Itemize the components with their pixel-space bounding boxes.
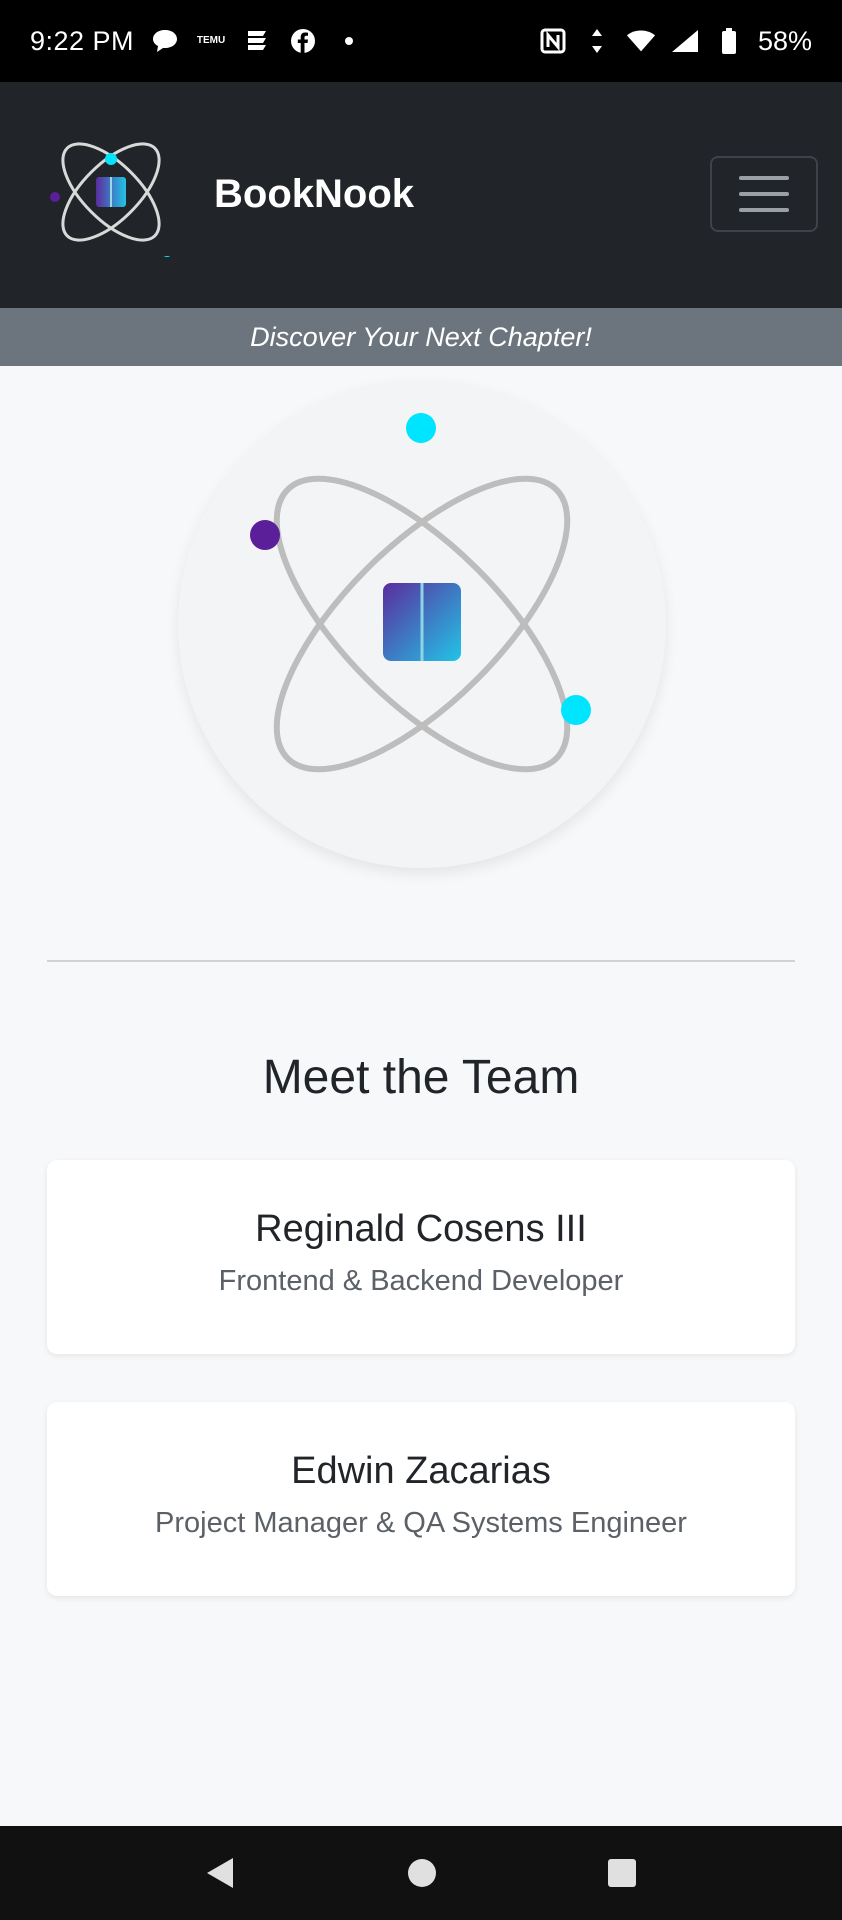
- hero-logo: [178, 380, 666, 868]
- tagline-text: Discover Your Next Chapter!: [250, 321, 592, 352]
- team-section-title: Meet the Team: [262, 1051, 580, 1104]
- recents-icon[interactable]: [607, 1858, 637, 1888]
- status-left: 9:22 PM TEMU: [30, 26, 364, 57]
- temu-label: TEMU: [196, 35, 226, 46]
- signal-icon: [670, 26, 700, 56]
- hamburger-line: [739, 208, 789, 212]
- member-name: Reginald Cosens III: [255, 1208, 587, 1250]
- member-role: Project Manager & QA Systems Engineer: [155, 1507, 687, 1539]
- chat-bubble-icon: [150, 26, 180, 56]
- atom-book-logo-icon: [250, 413, 591, 773]
- team-member-card: Reginald Cosens III Frontend & Backend D…: [47, 1160, 795, 1354]
- news-app-icon: [242, 26, 272, 56]
- status-time: 9:22 PM: [30, 25, 135, 56]
- temu-app-icon: TEMU: [196, 26, 226, 56]
- member-name: Edwin Zacarias: [291, 1450, 551, 1492]
- nfc-icon: [538, 26, 568, 56]
- member-role: Frontend & Backend Developer: [218, 1265, 624, 1297]
- status-right: 58%: [538, 26, 812, 57]
- hamburger-line: [739, 192, 789, 196]
- top-navbar: BookNook: [0, 82, 842, 308]
- brand-name[interactable]: BookNook: [214, 172, 414, 217]
- hamburger-menu-button[interactable]: [710, 156, 818, 232]
- brand-logo-icon[interactable]: [48, 117, 176, 268]
- battery-percent: 58%: [757, 25, 812, 56]
- facebook-icon: [288, 26, 318, 56]
- battery-icon: [714, 26, 744, 56]
- home-icon[interactable]: [407, 1858, 437, 1888]
- dot-icon: [334, 26, 364, 56]
- wifi-icon: [626, 26, 656, 56]
- hamburger-line: [739, 176, 789, 180]
- back-icon[interactable]: [205, 1856, 237, 1890]
- tagline-banner: Discover Your Next Chapter!: [0, 308, 842, 366]
- section-divider: [47, 960, 795, 962]
- team-member-card: Edwin Zacarias Project Manager & QA Syst…: [47, 1402, 795, 1596]
- status-bar: 9:22 PM TEMU 58%: [0, 0, 842, 82]
- system-nav-bar: [0, 1826, 842, 1920]
- data-arrows-icon: [582, 26, 612, 56]
